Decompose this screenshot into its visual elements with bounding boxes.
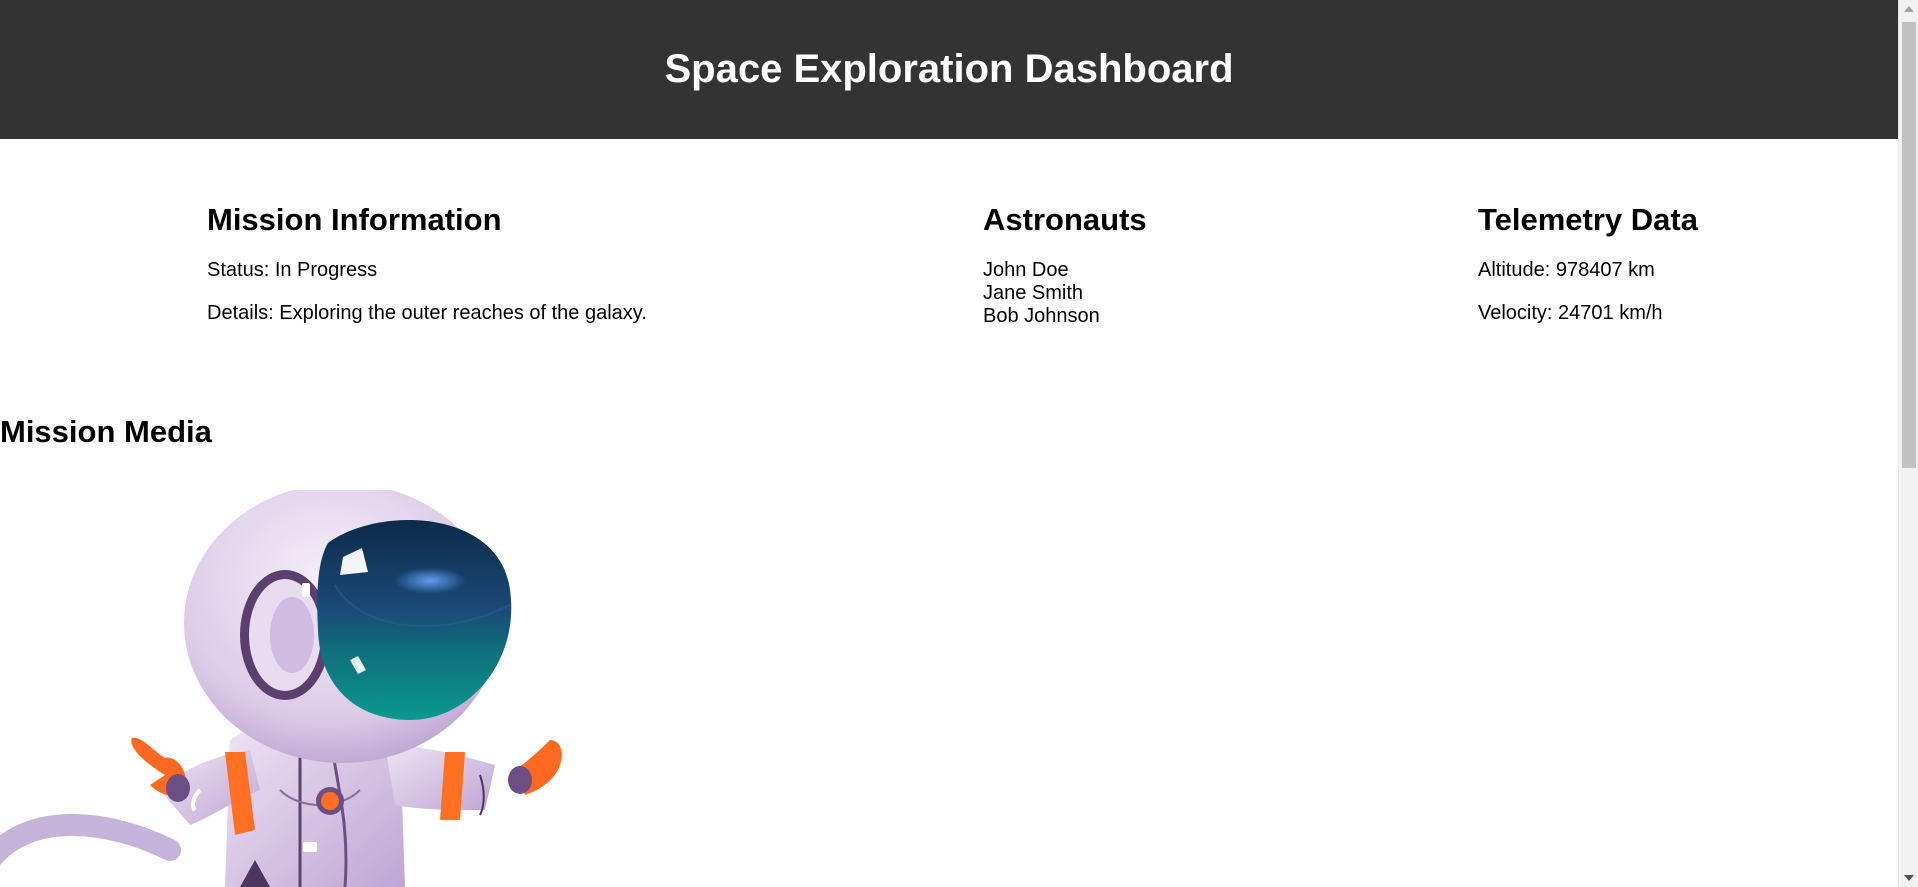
scroll-up-arrow-icon[interactable] xyxy=(1904,6,1914,12)
astronauts-section: Astronauts John Doe Jane Smith Bob Johns… xyxy=(983,202,1147,328)
page-title: Space Exploration Dashboard xyxy=(664,46,1234,91)
page-header: Space Exploration Dashboard xyxy=(0,0,1898,139)
scrollbar-thumb[interactable] xyxy=(1902,22,1916,468)
telemetry-section: Telemetry Data Altitude: 978407 km Veloc… xyxy=(1478,202,1698,345)
scroll-down-arrow-icon[interactable] xyxy=(1904,875,1914,881)
astronaut-name: John Doe xyxy=(983,259,1069,281)
mission-information-section: Mission Information Status: In Progress … xyxy=(207,202,647,345)
telemetry-velocity: Velocity: 24701 km/h xyxy=(1478,302,1663,324)
mission-details: Details: Exploring the outer reaches of … xyxy=(207,302,647,324)
astronaut-illustration xyxy=(0,483,600,887)
vertical-scrollbar[interactable] xyxy=(1898,0,1918,887)
mission-media-heading: Mission Media xyxy=(0,414,212,449)
astronauts-heading: Astronauts xyxy=(983,202,1147,237)
astronaut-list: John Doe Jane Smith Bob Johnson xyxy=(983,259,1147,328)
mission-status: Status: In Progress xyxy=(207,259,378,281)
page: Space Exploration Dashboard Mission Info… xyxy=(0,0,1918,887)
telemetry-heading: Telemetry Data xyxy=(1478,202,1698,237)
telemetry-altitude: Altitude: 978407 km xyxy=(1478,259,1655,281)
astronaut-name: Jane Smith xyxy=(983,282,1084,304)
mission-information-heading: Mission Information xyxy=(207,202,502,237)
astronaut-name: Bob Johnson xyxy=(983,305,1100,327)
